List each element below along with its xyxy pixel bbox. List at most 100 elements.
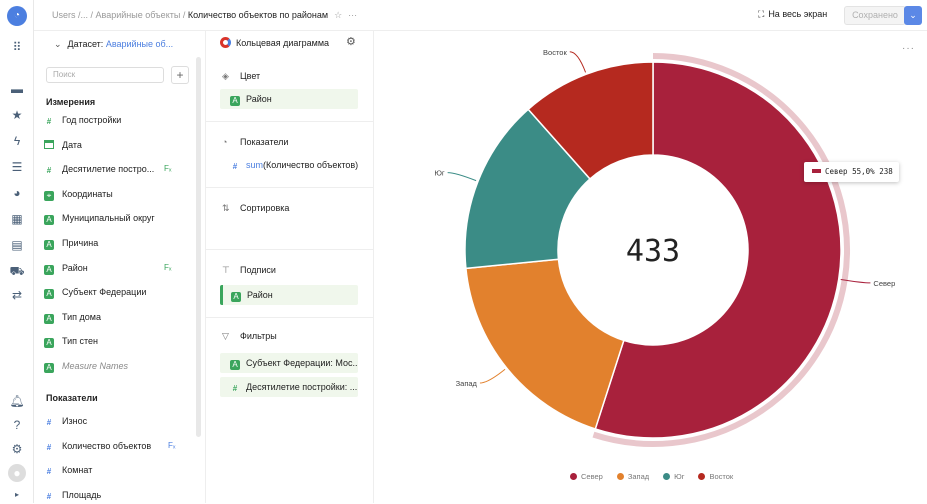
legend-item[interactable]: Запад <box>616 472 649 481</box>
formula-badge: Fₓ <box>168 440 176 450</box>
section-filters-label: Фильтры <box>240 331 277 341</box>
chart-menu-icon[interactable]: ··· <box>902 43 915 54</box>
color-field-chip[interactable]: A Район <box>220 89 358 109</box>
field-label: Координаты <box>62 188 113 199</box>
field-label: Причина <box>62 238 99 248</box>
field-label: Комнат <box>62 465 93 476</box>
dataset-scrollbar[interactable] <box>196 57 201 437</box>
chip-label: Район <box>246 94 272 104</box>
fullscreen-label: На весь экран <box>768 9 828 19</box>
legend-dot-icon <box>616 473 624 480</box>
legend-label: Юг <box>674 472 685 481</box>
favorite-star-icon[interactable]: ☆ <box>334 10 342 20</box>
geo-type-icon: ⌖ <box>44 190 54 201</box>
field-label: Год постройки <box>62 115 122 125</box>
top-bar: Users /... / Аварийные объекты / Количес… <box>34 0 927 31</box>
slice-label: Запад <box>456 379 478 388</box>
star-icon[interactable]: ★ <box>8 106 26 124</box>
dataset-name[interactable]: Аварийные об... <box>106 39 173 49</box>
dataset-selector[interactable]: ⌄ Датасет: Аварийные об... <box>54 39 173 50</box>
number-type-icon: # <box>46 418 52 427</box>
settings-icon[interactable]: ⚙ <box>8 440 26 458</box>
chart-type-label: Кольцевая диаграмма <box>236 38 330 48</box>
connections-icon[interactable]: ⇄ <box>8 286 26 304</box>
field-label: Measure Names <box>62 361 129 371</box>
field-label: Тип дома <box>62 311 101 322</box>
section-filters: ▽ Фильтры <box>222 331 277 342</box>
field-label: Дата <box>62 139 82 150</box>
dimension-field[interactable]: # Год постройки <box>44 111 194 129</box>
number-type-icon: # <box>46 467 52 477</box>
filter-chip[interactable]: # Десятилетие постройки: ... <box>220 377 358 397</box>
dimension-field[interactable]: A Тип стен <box>44 332 194 350</box>
dimension-field[interactable]: A Причина <box>44 234 194 252</box>
number-type-icon: # <box>46 491 52 501</box>
cart-icon[interactable]: ⛟ <box>8 262 26 280</box>
legend-item[interactable]: Север <box>570 472 603 481</box>
notifications-icon[interactable]: 🔔︎ <box>8 392 26 410</box>
measure-field[interactable]: # Износ <box>44 412 194 430</box>
measure-field[interactable]: # Комнат <box>44 461 194 479</box>
app-logo-icon[interactable]: ◔ <box>7 6 27 26</box>
dimension-field[interactable]: ⌖ Координаты <box>44 185 194 203</box>
folder-icon[interactable]: ▬ <box>8 80 26 98</box>
date-type-icon <box>44 139 54 149</box>
lightning-icon[interactable]: ϟ <box>8 132 26 150</box>
string-type-icon: A <box>44 313 54 324</box>
field-label: Десятилетие постро... <box>62 164 155 175</box>
number-type-icon: # <box>232 162 238 171</box>
nav-rail: ◔ ⠿ ▬ ★ ϟ ☰ ◕ ▦ ▤ ⛟ ⇄ 🔔︎ ? ⚙ ● ▸ <box>0 0 34 503</box>
string-type-icon: A <box>44 215 54 226</box>
labels-field-chip[interactable]: A Район <box>220 285 358 305</box>
slice-label: Север <box>873 279 895 288</box>
chip-label: Субъект Федерации: Мос... <box>246 358 358 368</box>
gear-icon[interactable]: ⚙ <box>346 35 356 48</box>
legend-item[interactable]: Юг <box>663 472 684 481</box>
fullscreen-button[interactable]: ⛶ На весь экран <box>758 9 827 20</box>
list-icon[interactable]: ☰ <box>8 158 26 176</box>
chart-type-selector[interactable]: Кольцевая диаграмма <box>220 37 329 48</box>
measure-field[interactable]: # Количество объектов Fₓ <box>44 437 194 455</box>
field-search-input[interactable]: Поиск <box>46 67 164 83</box>
dimension-field[interactable]: A Муниципальный округ <box>44 209 194 227</box>
slice-label-connector <box>569 51 587 73</box>
tooltip-percent: 55,0% <box>852 167 875 176</box>
fullscreen-icon: ⛶ <box>758 10 765 20</box>
collapse-icon[interactable]: ▸ <box>8 486 26 504</box>
dataset-icon[interactable]: ▤ <box>8 236 26 254</box>
legend-label: Восток <box>709 472 734 481</box>
apps-grid-icon[interactable]: ⠿ <box>8 38 26 56</box>
dashboard-icon[interactable]: ▦ <box>8 210 26 228</box>
divider <box>206 317 374 318</box>
slice-label-connector <box>447 172 477 182</box>
more-icon[interactable]: ··· <box>348 10 357 20</box>
dimension-field[interactable]: A Субъект Федерации <box>44 283 194 301</box>
dataset-label: Датасет: <box>67 39 104 49</box>
tooltip-value: 238 <box>879 167 893 176</box>
dimension-field[interactable]: A Тип дома <box>44 308 194 326</box>
avatar[interactable]: ● <box>8 464 26 482</box>
measure-field-chip[interactable]: # sum(Количество объектов) <box>220 155 358 175</box>
slice-label: Восток <box>543 48 567 57</box>
filter-icon: ▽ <box>222 331 229 341</box>
dimension-field[interactable]: Дата <box>44 136 194 154</box>
string-type-icon: A <box>230 96 240 106</box>
slice-label-connector <box>479 368 506 384</box>
breadcrumb-path[interactable]: Users /... / Аварийные объекты / <box>52 10 188 20</box>
dimension-field[interactable]: A Район Fₓ <box>44 259 194 277</box>
pie-chart-icon[interactable]: ◕ <box>8 184 26 202</box>
add-field-button[interactable]: + <box>171 66 189 84</box>
filter-chip[interactable]: A Субъект Федерации: Мос... <box>220 353 358 373</box>
legend-dot-icon <box>663 473 671 480</box>
dimension-field[interactable]: # Десятилетие постро... Fₓ <box>44 160 194 178</box>
dimension-field[interactable]: A Measure Names <box>44 357 194 375</box>
section-measures-label: Показатели <box>240 137 289 147</box>
legend-item[interactable]: Восток <box>698 472 733 481</box>
legend-dot-icon <box>698 473 706 480</box>
measure-field[interactable]: # Площадь <box>44 486 194 504</box>
saved-button[interactable]: Сохранено <box>844 6 906 25</box>
chart-tooltip: Север 55,0% 238 <box>804 162 899 182</box>
chevron-down-icon[interactable]: ⌄ <box>904 6 922 25</box>
donut-slice-1[interactable] <box>465 258 625 430</box>
help-icon[interactable]: ? <box>8 416 26 434</box>
